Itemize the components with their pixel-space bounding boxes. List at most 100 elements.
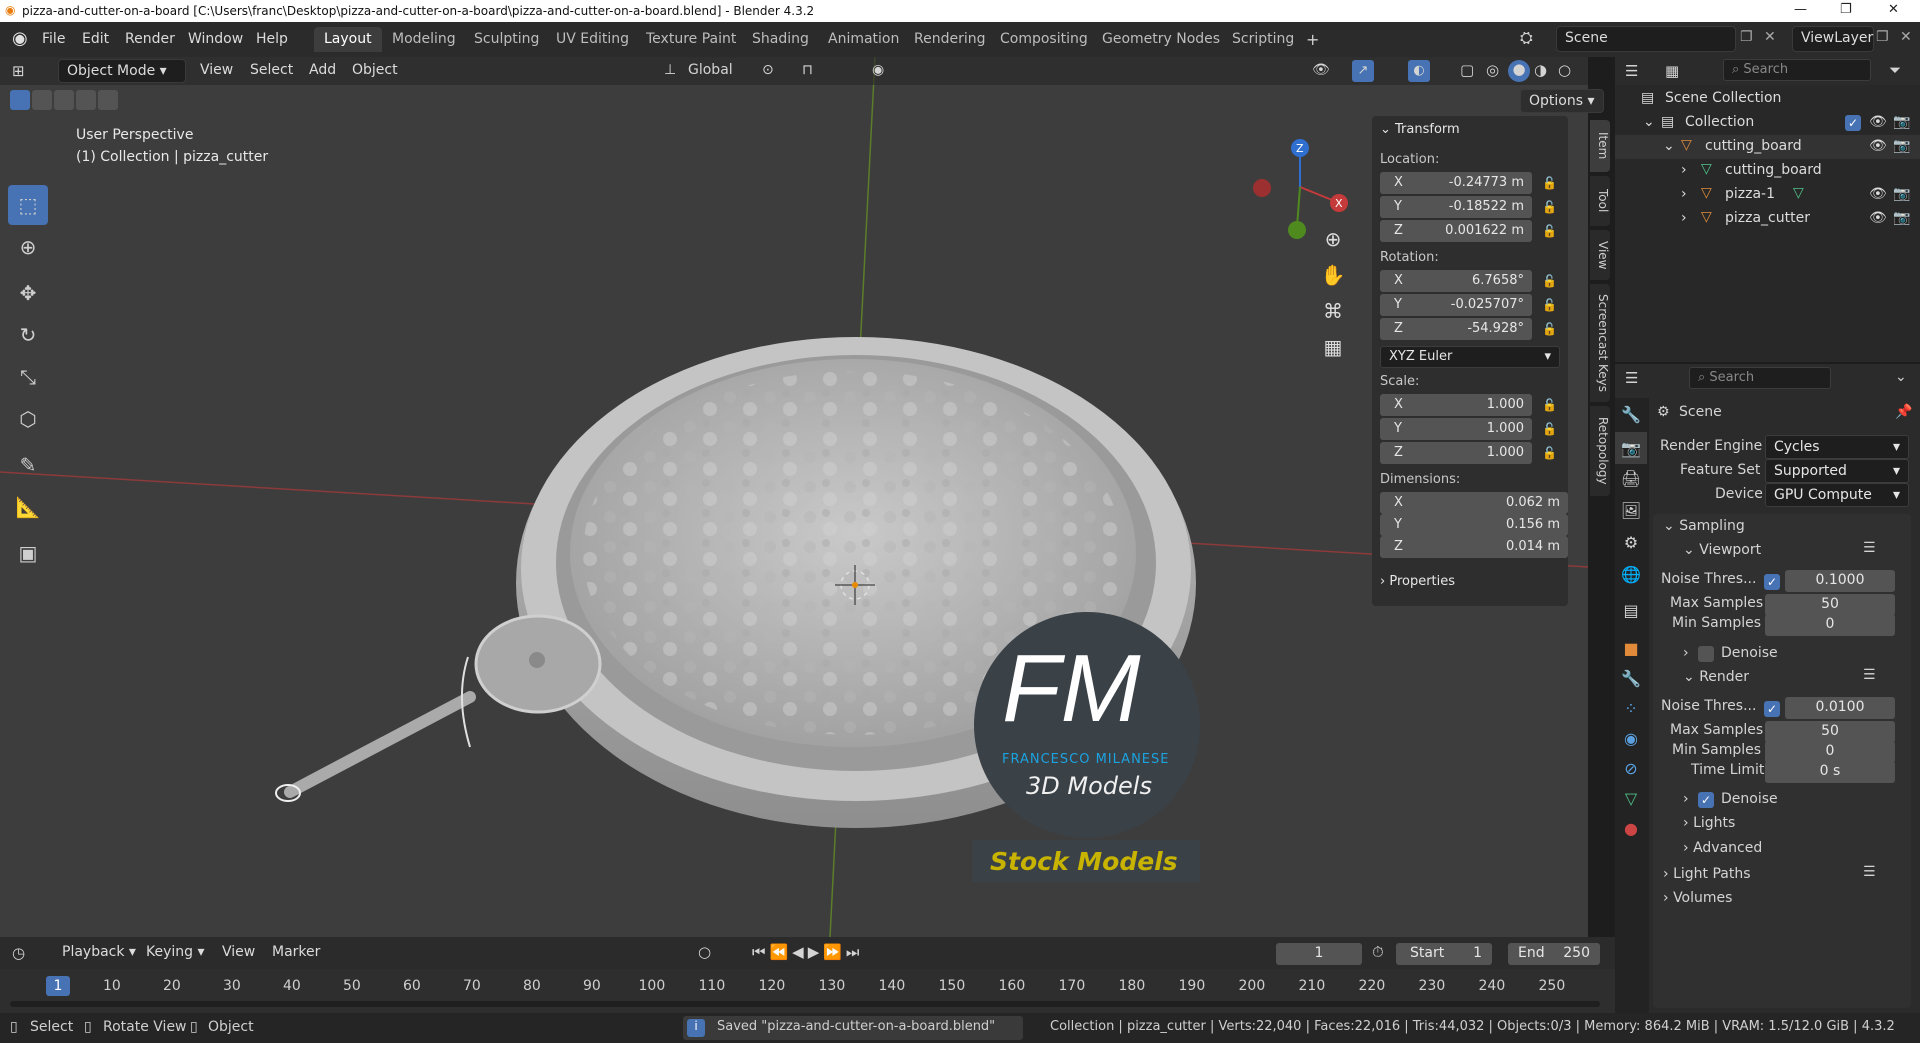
lock-icon[interactable]: 🔓 — [1542, 200, 1558, 214]
viewport-subpanel-header[interactable]: ⌄ Viewport — [1683, 542, 1761, 558]
scene-selector[interactable]: Scene — [1556, 26, 1736, 52]
presets-icon[interactable]: ☰ — [1863, 540, 1876, 556]
render-engine-dropdown[interactable]: Cycles ▾ — [1765, 435, 1909, 459]
lock-icon[interactable]: 🔓 — [1542, 298, 1558, 312]
outliner-row-pizza-cutter[interactable]: › ▽ pizza_cutter 👁 📷 — [1615, 207, 1920, 231]
new-scene-icon[interactable]: ❐ — [1740, 29, 1753, 45]
timeline-menu-view[interactable]: View — [222, 944, 255, 960]
r-noise-threshold-field[interactable]: 0.0100 — [1785, 697, 1895, 719]
menu-edit[interactable]: Edit — [82, 31, 109, 47]
object-tab-icon[interactable]: ■ — [1615, 632, 1647, 664]
chevron-right-icon[interactable]: › — [1681, 162, 1687, 178]
dimensions-z-field[interactable]: Z 0.014 m — [1380, 536, 1568, 558]
wireframe-shading-icon[interactable]: ◎ — [1486, 61, 1499, 79]
r-denoise-checkbox[interactable]: ✓ — [1698, 792, 1714, 808]
view-layer-tab-icon[interactable]: 🖼 — [1615, 494, 1647, 526]
lights-subpanel-header[interactable]: › Lights — [1683, 815, 1735, 831]
new-view-layer-icon[interactable]: ❐ — [1876, 29, 1889, 45]
tab-animation[interactable]: Animation — [818, 27, 909, 52]
outliner-editor-icon[interactable]: ☰ — [1625, 62, 1638, 80]
tab-screencast-keys[interactable]: Screencast Keys — [1590, 284, 1610, 402]
vp-max-samples-field[interactable]: 50 — [1765, 594, 1895, 616]
chevron-down-icon[interactable]: ⌄ — [1663, 138, 1675, 154]
menu-file[interactable]: File — [42, 31, 65, 47]
scene-tab-icon[interactable]: ⚙ — [1615, 526, 1647, 558]
camera-icon[interactable]: 📷 — [1893, 186, 1910, 202]
rotate-tool-icon[interactable]: ↻ — [8, 315, 48, 355]
close-button[interactable]: ✕ — [1888, 2, 1899, 17]
output-tab-icon[interactable]: 🖨 — [1615, 462, 1647, 494]
scale-x-field[interactable]: X 1.000 — [1380, 394, 1532, 416]
add-workspace-icon[interactable]: + — [1306, 30, 1319, 49]
delete-view-layer-icon[interactable]: ✕ — [1900, 29, 1912, 45]
lock-icon[interactable]: 🔓 — [1542, 446, 1558, 460]
end-frame-field[interactable]: End 250 — [1508, 943, 1600, 965]
tool-tab-icon[interactable]: 🔧 — [1615, 398, 1647, 430]
playback-controls[interactable]: ⏮⏪◀▶⏩⏭ — [752, 943, 863, 961]
orientation-selector[interactable]: Global — [688, 62, 733, 78]
outliner-row-collection[interactable]: ⌄ ▤ Collection ✓ 👁 📷 — [1615, 111, 1920, 135]
tab-geometry-nodes[interactable]: Geometry Nodes — [1092, 27, 1230, 52]
dimensions-x-field[interactable]: X 0.062 m — [1380, 492, 1568, 514]
select-subtract-icon[interactable] — [54, 90, 74, 110]
render-subpanel-header[interactable]: ⌄ Render — [1683, 669, 1749, 685]
tab-scripting[interactable]: Scripting — [1222, 27, 1304, 52]
tab-layout[interactable]: Layout — [314, 27, 382, 52]
visibility-icon[interactable]: 👁 — [1312, 62, 1330, 78]
world-tab-icon[interactable]: 🌐 — [1615, 558, 1647, 590]
properties-search-input[interactable]: ⌕ Search — [1689, 367, 1831, 389]
vp-noise-threshold-checkbox[interactable]: ✓ — [1764, 574, 1780, 590]
ortho-grid-icon[interactable]: ▦ — [1316, 330, 1350, 364]
properties-editor-icon[interactable]: ☰ — [1625, 369, 1638, 387]
timeline-menu-marker[interactable]: Marker — [272, 944, 320, 960]
camera-icon[interactable]: 📷 — [1893, 138, 1910, 154]
time-limit-field[interactable]: 0 s — [1765, 761, 1895, 783]
viewport-menu-add[interactable]: Add — [309, 62, 336, 78]
select-extend-icon[interactable] — [32, 90, 52, 110]
minimize-button[interactable]: — — [1794, 2, 1807, 17]
eye-icon[interactable]: 👁 — [1869, 114, 1887, 130]
dimensions-y-field[interactable]: Y 0.156 m — [1380, 514, 1568, 536]
eye-icon[interactable]: 👁 — [1869, 210, 1887, 226]
scene-icon[interactable]: ⛭ — [1520, 28, 1533, 48]
presets-icon[interactable]: ☰ — [1863, 864, 1876, 880]
tab-modeling[interactable]: Modeling — [382, 27, 466, 52]
rotation-mode-dropdown[interactable]: XYZ Euler ▾ — [1380, 346, 1560, 368]
chevron-down-icon[interactable]: ⌄ — [1643, 114, 1655, 130]
physics-tab-icon[interactable]: ◉ — [1615, 722, 1647, 754]
stopwatch-icon[interactable]: ⏱ — [1372, 943, 1384, 961]
menu-window[interactable]: Window — [188, 31, 243, 47]
lock-icon[interactable]: 🔓 — [1542, 398, 1558, 412]
zoom-icon[interactable]: ⊕ — [1316, 222, 1350, 256]
snap-icon[interactable]: ⊓ — [802, 62, 813, 78]
vp-noise-threshold-field[interactable]: 0.1000 — [1785, 570, 1895, 592]
tab-tool[interactable]: Tool — [1590, 176, 1610, 226]
r-denoise-header[interactable]: › — [1683, 791, 1689, 807]
material-tab-icon[interactable]: ● — [1615, 812, 1647, 844]
tab-uv-editing[interactable]: UV Editing — [546, 27, 639, 52]
tab-retopology[interactable]: Retopology — [1590, 406, 1610, 496]
tab-shading[interactable]: Shading — [742, 27, 819, 52]
feature-set-dropdown[interactable]: Supported ▾ — [1765, 459, 1909, 483]
device-dropdown[interactable]: GPU Compute ▾ — [1765, 483, 1909, 507]
r-max-samples-field[interactable]: 50 — [1765, 721, 1895, 743]
modifier-tab-icon[interactable]: 🔧 — [1615, 662, 1647, 694]
camera-icon[interactable]: 📷 — [1893, 114, 1910, 130]
add-cube-tool-icon[interactable]: ▣ — [8, 533, 48, 573]
outliner-row-cutting-board[interactable]: ⌄ ▽ cutting_board 👁 📷 — [1615, 135, 1920, 159]
tab-sculpting[interactable]: Sculpting — [464, 27, 549, 52]
display-mode-icon[interactable]: ▦ — [1665, 62, 1679, 80]
scale-tool-icon[interactable]: ⤡ — [8, 357, 48, 397]
menu-help[interactable]: Help — [256, 31, 288, 47]
start-frame-field[interactable]: Start 1 — [1396, 943, 1492, 965]
collection-tab-icon[interactable]: ▤ — [1615, 594, 1647, 626]
presets-icon[interactable]: ☰ — [1863, 667, 1876, 683]
scale-y-field[interactable]: Y 1.000 — [1380, 418, 1532, 440]
chevron-down-icon[interactable]: ⌄ — [1895, 369, 1907, 385]
exclude-checkbox[interactable]: ✓ — [1845, 115, 1861, 131]
timeline-editor-icon[interactable]: ◷ — [12, 944, 25, 962]
particles-tab-icon[interactable]: ⁘ — [1615, 692, 1647, 724]
overlay-toggle-icon[interactable]: ◐ — [1408, 60, 1430, 82]
solid-shading-icon[interactable]: ● — [1508, 60, 1530, 82]
select-invert-icon[interactable] — [76, 90, 96, 110]
